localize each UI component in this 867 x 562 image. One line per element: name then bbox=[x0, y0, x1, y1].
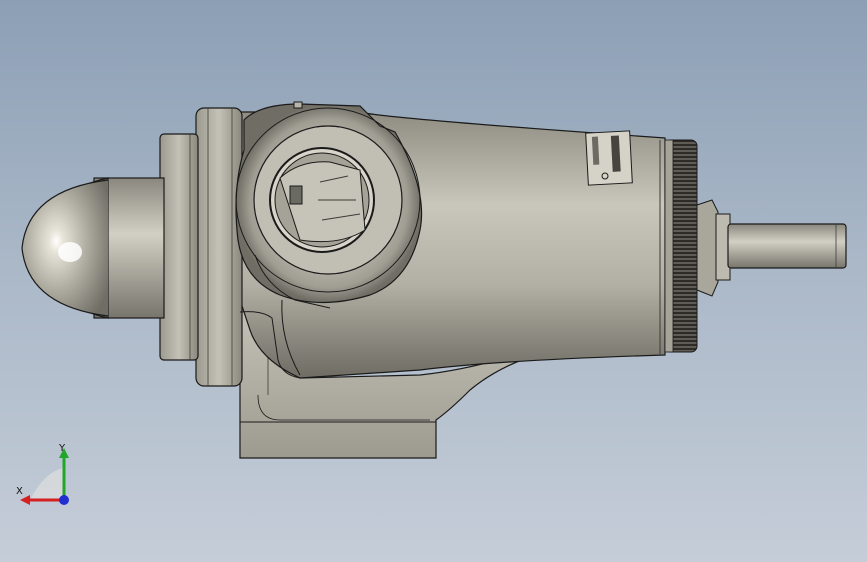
y-axis-label: Y bbox=[59, 443, 66, 454]
front-flange[interactable] bbox=[159, 107, 243, 387]
x-axis-label: X bbox=[16, 486, 23, 497]
nameplate bbox=[585, 130, 633, 186]
rear-shaft[interactable] bbox=[696, 199, 847, 297]
cad-model-view[interactable] bbox=[0, 0, 867, 562]
z-axis-dot bbox=[59, 495, 69, 505]
rear-knurled-ring[interactable] bbox=[664, 139, 698, 353]
axis-triad bbox=[20, 448, 69, 505]
triad-plane bbox=[30, 468, 64, 500]
dome-head[interactable] bbox=[21, 177, 165, 319]
graphics-viewport[interactable]: Y X bbox=[0, 0, 867, 562]
